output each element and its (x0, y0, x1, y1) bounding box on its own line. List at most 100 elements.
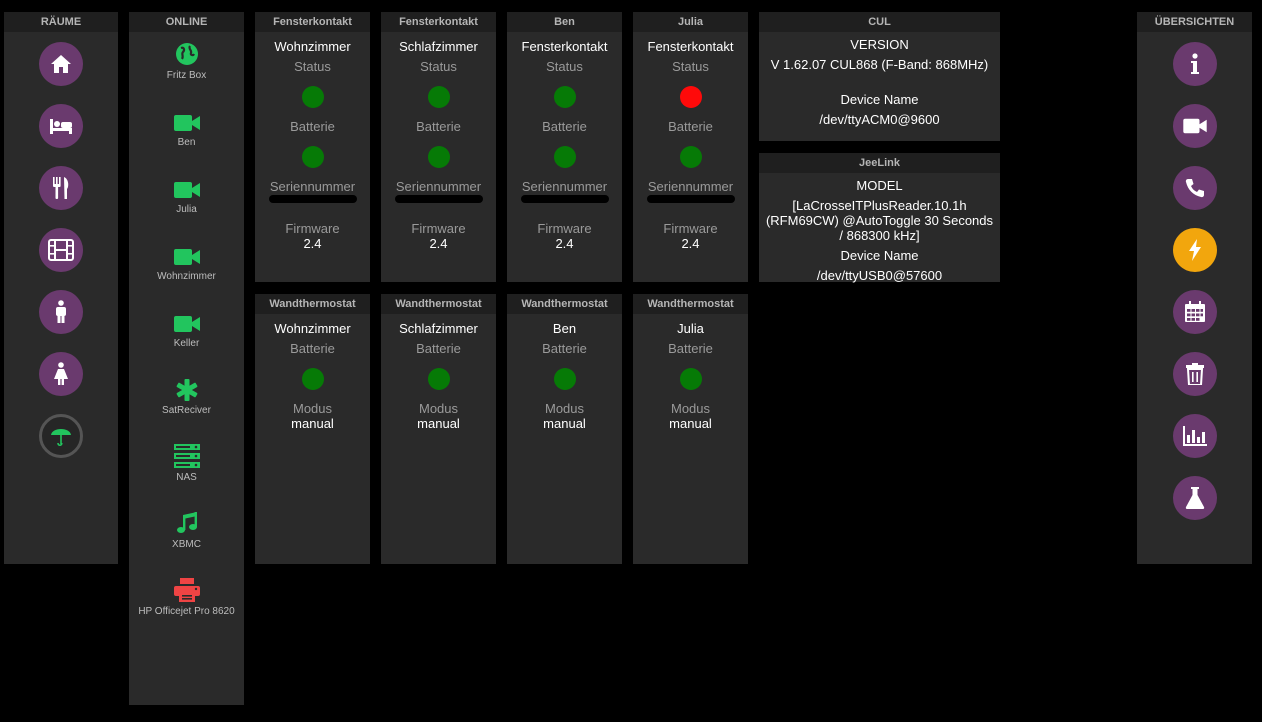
bed-icon (50, 119, 72, 134)
online-item-label: Ben (177, 137, 196, 148)
serial-redacted (646, 195, 735, 203)
battery-label: Batterie (416, 119, 461, 134)
video-camera-icon (173, 316, 200, 332)
ben-room-button[interactable] (39, 290, 83, 334)
thermostat-tile-julia[interactable]: Wandthermostat Julia Batterie Modus manu… (633, 294, 748, 564)
online-item-julia[interactable]: Julia (129, 174, 244, 241)
battery-indicator (553, 146, 576, 168)
model-value: [LaCrosseITPlusReader.10.1h (RFM69CW) @A… (765, 198, 994, 243)
tile-title: Wandthermostat (633, 294, 748, 314)
waste-button[interactable] (1172, 352, 1217, 396)
info-icon (1190, 53, 1199, 74)
video-camera-icon (173, 249, 200, 265)
status-label: Status (420, 59, 457, 74)
phone-button[interactable] (1172, 166, 1217, 210)
window-contact-tile-julia[interactable]: Julia Fensterkontakt Status Batterie Ser… (633, 12, 748, 282)
battery-indicator (427, 368, 450, 390)
tile-name: Schlafzimmer (399, 321, 478, 336)
lab-button[interactable] (1172, 476, 1217, 520)
online-item-keller[interactable]: Keller (129, 308, 244, 375)
online-item-printer[interactable]: HP Officejet Pro 8620 (129, 576, 244, 643)
julia-room-button[interactable] (39, 352, 83, 396)
online-item-fritzbox[interactable]: Fritz Box (129, 40, 244, 107)
status-indicator (679, 86, 702, 108)
cameras-button[interactable] (1172, 104, 1217, 148)
battery-indicator (679, 146, 702, 168)
thermostat-tile-schlafzimmer[interactable]: Wandthermostat Schlafzimmer Batterie Mod… (381, 294, 496, 564)
serial-label: Seriennummer (269, 179, 356, 194)
online-panel: ONLINE Fritz Box Ben Julia Wohnzimmer Ke… (129, 12, 244, 705)
video-camera-icon (173, 182, 200, 198)
trash-icon (1185, 363, 1204, 385)
film-icon (48, 239, 74, 261)
female-icon (54, 362, 68, 385)
battery-indicator (427, 146, 450, 168)
status-indicator (427, 86, 450, 108)
serial-redacted (394, 195, 483, 203)
serial-redacted (268, 195, 357, 203)
asterisk-icon (176, 379, 197, 401)
online-item-xbmc[interactable]: XBMC (129, 509, 244, 576)
online-item-label: SatReciver (162, 405, 211, 416)
tile-title: Wandthermostat (507, 294, 622, 314)
battery-label: Batterie (542, 119, 587, 134)
online-item-label: Keller (173, 338, 200, 349)
video-camera-icon (1182, 118, 1207, 134)
bedroom-button[interactable] (39, 104, 83, 148)
dining-button[interactable] (39, 166, 83, 210)
online-item-label: XBMC (172, 539, 201, 550)
tile-title: Wandthermostat (381, 294, 496, 314)
battery-label: Batterie (290, 119, 335, 134)
window-contact-tile-wohnzimmer[interactable]: Fensterkontakt Wohnzimmer Status Batteri… (255, 12, 370, 282)
weather-button[interactable] (39, 414, 83, 458)
tile-title: Ben (507, 12, 622, 32)
serial-label: Seriennummer (395, 179, 482, 194)
status-indicator (301, 86, 324, 108)
serial-redacted (520, 195, 609, 203)
cinema-button[interactable] (39, 228, 83, 272)
firmware-value: 2.4 (303, 236, 322, 251)
home-button[interactable] (39, 42, 83, 86)
mode-value: manual (543, 416, 586, 431)
tile-name: Fensterkontakt (521, 39, 608, 54)
firmware-label: Firmware (663, 221, 718, 236)
umbrella-icon (51, 429, 71, 447)
model-label: MODEL (856, 178, 903, 193)
tile-name: Julia (677, 321, 704, 336)
online-item-nas[interactable]: NAS (129, 442, 244, 509)
male-icon (56, 300, 66, 323)
window-contact-tile-schlafzimmer[interactable]: Fensterkontakt Schlafzimmer Status Batte… (381, 12, 496, 282)
version-value: V 1.62.07 CUL868 (F-Band: 868MHz) (770, 57, 989, 72)
thermostat-tile-ben[interactable]: Wandthermostat Ben Batterie Modus manual (507, 294, 622, 564)
online-item-label: Fritz Box (166, 70, 207, 81)
raeume-title: RÄUME (4, 12, 118, 32)
online-item-satreceiver[interactable]: SatReciver (129, 375, 244, 442)
mode-value: manual (417, 416, 460, 431)
tile-name: Ben (552, 321, 577, 336)
tile-name: Fensterkontakt (647, 39, 734, 54)
statistics-button[interactable] (1172, 414, 1217, 458)
online-item-ben[interactable]: Ben (129, 107, 244, 174)
status-label: Status (294, 59, 331, 74)
lightning-icon (1188, 239, 1201, 261)
status-label: Status (672, 59, 709, 74)
status-label: Status (546, 59, 583, 74)
window-contact-tile-ben[interactable]: Ben Fensterkontakt Status Batterie Serie… (507, 12, 622, 282)
tile-title: Fensterkontakt (255, 12, 370, 32)
info-button[interactable] (1172, 42, 1217, 86)
firmware-label: Firmware (411, 221, 466, 236)
thermostat-tile-wohnzimmer[interactable]: Wandthermostat Wohnzimmer Batterie Modus… (255, 294, 370, 564)
battery-label: Batterie (542, 341, 587, 356)
battery-indicator (553, 368, 576, 390)
tile-name: Wohnzimmer (274, 39, 351, 54)
music-note-icon (176, 512, 197, 533)
mode-label: Modus (418, 401, 459, 416)
online-item-wohnzimmer[interactable]: Wohnzimmer (129, 241, 244, 308)
cul-panel: CUL VERSION V 1.62.07 CUL868 (F-Band: 86… (759, 12, 1000, 141)
calendar-button[interactable] (1172, 290, 1217, 334)
serial-label: Seriennummer (647, 179, 734, 194)
energy-button[interactable] (1172, 228, 1217, 272)
battery-label: Batterie (668, 341, 713, 356)
battery-indicator (301, 146, 324, 168)
tile-name: Schlafzimmer (399, 39, 478, 54)
